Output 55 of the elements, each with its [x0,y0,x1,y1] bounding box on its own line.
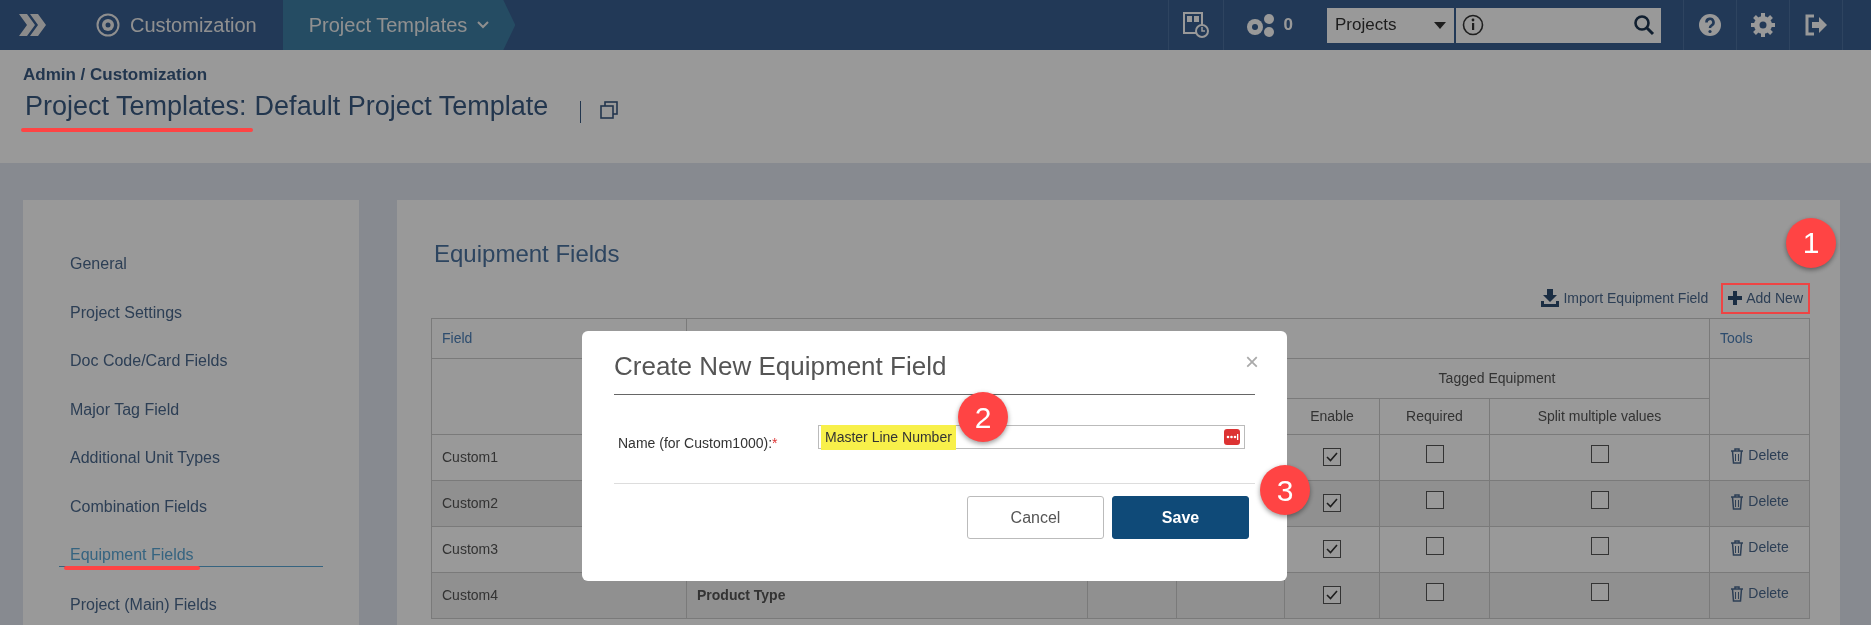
check-icon [1326,589,1338,600]
page-title-label: Project Templates: [23,89,253,132]
sidebar-item[interactable]: Major Tag Field [23,385,359,434]
checkbox[interactable] [1323,539,1341,558]
check-icon [1326,451,1338,462]
plus-icon [1728,291,1743,306]
copy-icon [599,99,620,120]
scope-select[interactable]: Projects [1327,7,1454,43]
trash-icon [1730,585,1745,602]
save-button[interactable]: Save [1112,496,1249,540]
sidebar-item[interactable]: Additional Unit Types [23,434,359,483]
close-button[interactable]: × [1239,349,1265,375]
search-icon [1633,14,1655,36]
info-icon [1462,14,1484,36]
checkbox[interactable] [1425,445,1444,464]
logout-icon [1804,13,1828,37]
checkbox[interactable] [1590,537,1609,556]
checkbox[interactable] [1323,585,1341,604]
download-icon [1541,289,1560,308]
help-icon [1698,13,1722,37]
breadcrumb-tab[interactable]: Project Templates [282,0,516,50]
board-clock-icon [1182,12,1209,38]
column-header: Tools [1709,318,1810,359]
search-field[interactable] [1456,7,1661,43]
breadcrumb-tab[interactable]: Customization [70,0,283,50]
trash-icon [1730,493,1745,510]
password-manager-icon [1224,429,1240,446]
trash-icon [1730,447,1745,464]
caret-icon [1434,21,1446,29]
sidebar-item[interactable]: Doc Code/Card Fields [23,337,359,386]
add-new-link[interactable]: Add New [1721,282,1810,314]
checkbox[interactable] [1590,583,1609,602]
cancel-button[interactable]: Cancel [967,496,1104,540]
checkbox[interactable] [1323,447,1341,466]
checkbox[interactable] [1323,493,1341,512]
sidebar-item[interactable]: Equipment Fields [23,531,359,580]
check-icon [1326,543,1338,554]
column-header: Required [1379,398,1490,435]
checkbox[interactable] [1425,583,1444,602]
sidebar-item[interactable]: General [23,240,359,289]
checkbox[interactable] [1590,445,1609,464]
checkbox[interactable] [1590,491,1609,510]
settings-icon [1751,13,1775,37]
section-title: Equipment Fields [434,240,621,269]
breadcrumb-text: Admin / Customization [23,64,209,86]
check-icon [1326,497,1338,508]
template-name: Default Project Template [253,89,550,123]
trash-icon [1730,539,1745,556]
sidebar-item[interactable]: Project Settings [23,288,359,337]
checkbox[interactable] [1425,491,1444,510]
sidebar-item[interactable]: Project (Main) Fields [23,580,359,625]
chevron-down-icon [477,21,490,29]
import-link[interactable]: Import Equipment Field [1534,282,1716,314]
checkbox[interactable] [1425,537,1444,556]
sidebar-item[interactable]: Combination Fields [23,482,359,531]
